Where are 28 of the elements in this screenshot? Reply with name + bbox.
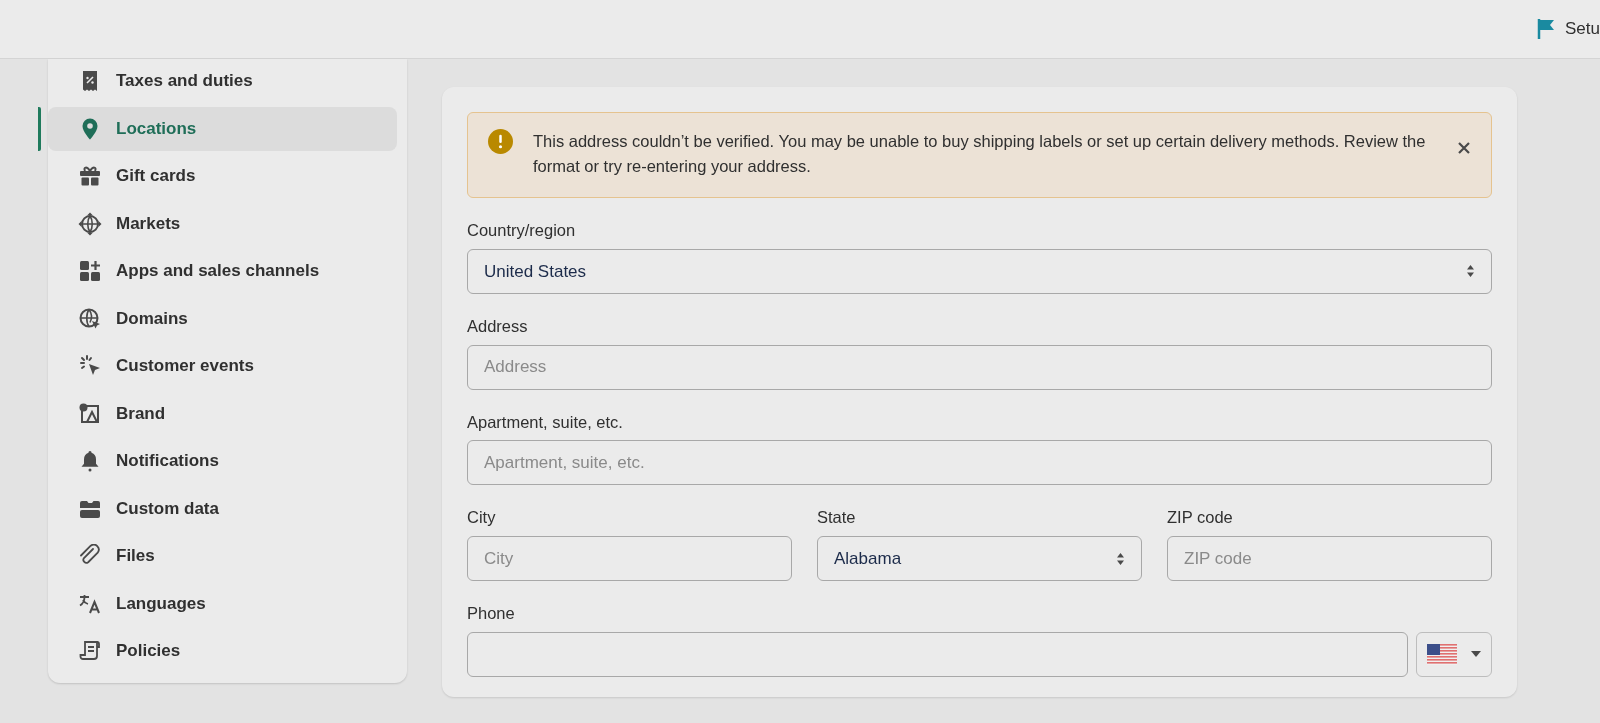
- field-label: Apartment, suite, etc.: [467, 411, 624, 433]
- sidebar-item[interactable]: Customer events: [58, 344, 397, 388]
- sidebar-item[interactable]: Gift cards: [58, 154, 397, 198]
- sidebar-item[interactable]: Taxes and duties: [58, 59, 397, 103]
- field-label: State: [817, 507, 857, 529]
- input-field[interactable]: Address: [467, 344, 1492, 390]
- field-label: City: [467, 507, 497, 529]
- sidebar-item[interactable]: Custom data: [58, 486, 397, 531]
- sidebar-item[interactable]: Markets: [58, 201, 397, 246]
- sidebar-item[interactable]: Domains: [58, 296, 397, 341]
- sidebar-item[interactable]: Policies: [58, 629, 397, 673]
- input-field[interactable]: ZIP code: [1167, 536, 1492, 581]
- input-field[interactable]: Apartment, suite, etc.: [467, 440, 1492, 486]
- sidebar-item[interactable]: Notifications: [58, 439, 397, 483]
- sidebar-item[interactable]: Brand: [58, 391, 397, 436]
- setup-link[interactable]: Setu: [1565, 16, 1600, 42]
- field-label: Address: [467, 315, 529, 337]
- select-field[interactable]: United States: [467, 248, 1492, 294]
- field-label: Country/region: [467, 220, 577, 241]
- warning-message: This address couldn’t be verified. You may be unable to buy shipping labels or set up certain delivery methods. Review the format or try re-entering your address.: [533, 131, 1427, 177]
- input-field[interactable]: City: [467, 536, 792, 581]
- sidebar-item[interactable]: Locations: [48, 106, 397, 151]
- field-label: Phone: [467, 603, 516, 624]
- select-field[interactable]: Alabama: [817, 536, 1142, 581]
- sidebar-item[interactable]: Languages: [58, 581, 397, 626]
- sidebar-item[interactable]: Apps and sales channels: [58, 249, 397, 293]
- field-label: ZIP code: [1167, 507, 1234, 529]
- sidebar-item[interactable]: Files: [58, 534, 397, 578]
